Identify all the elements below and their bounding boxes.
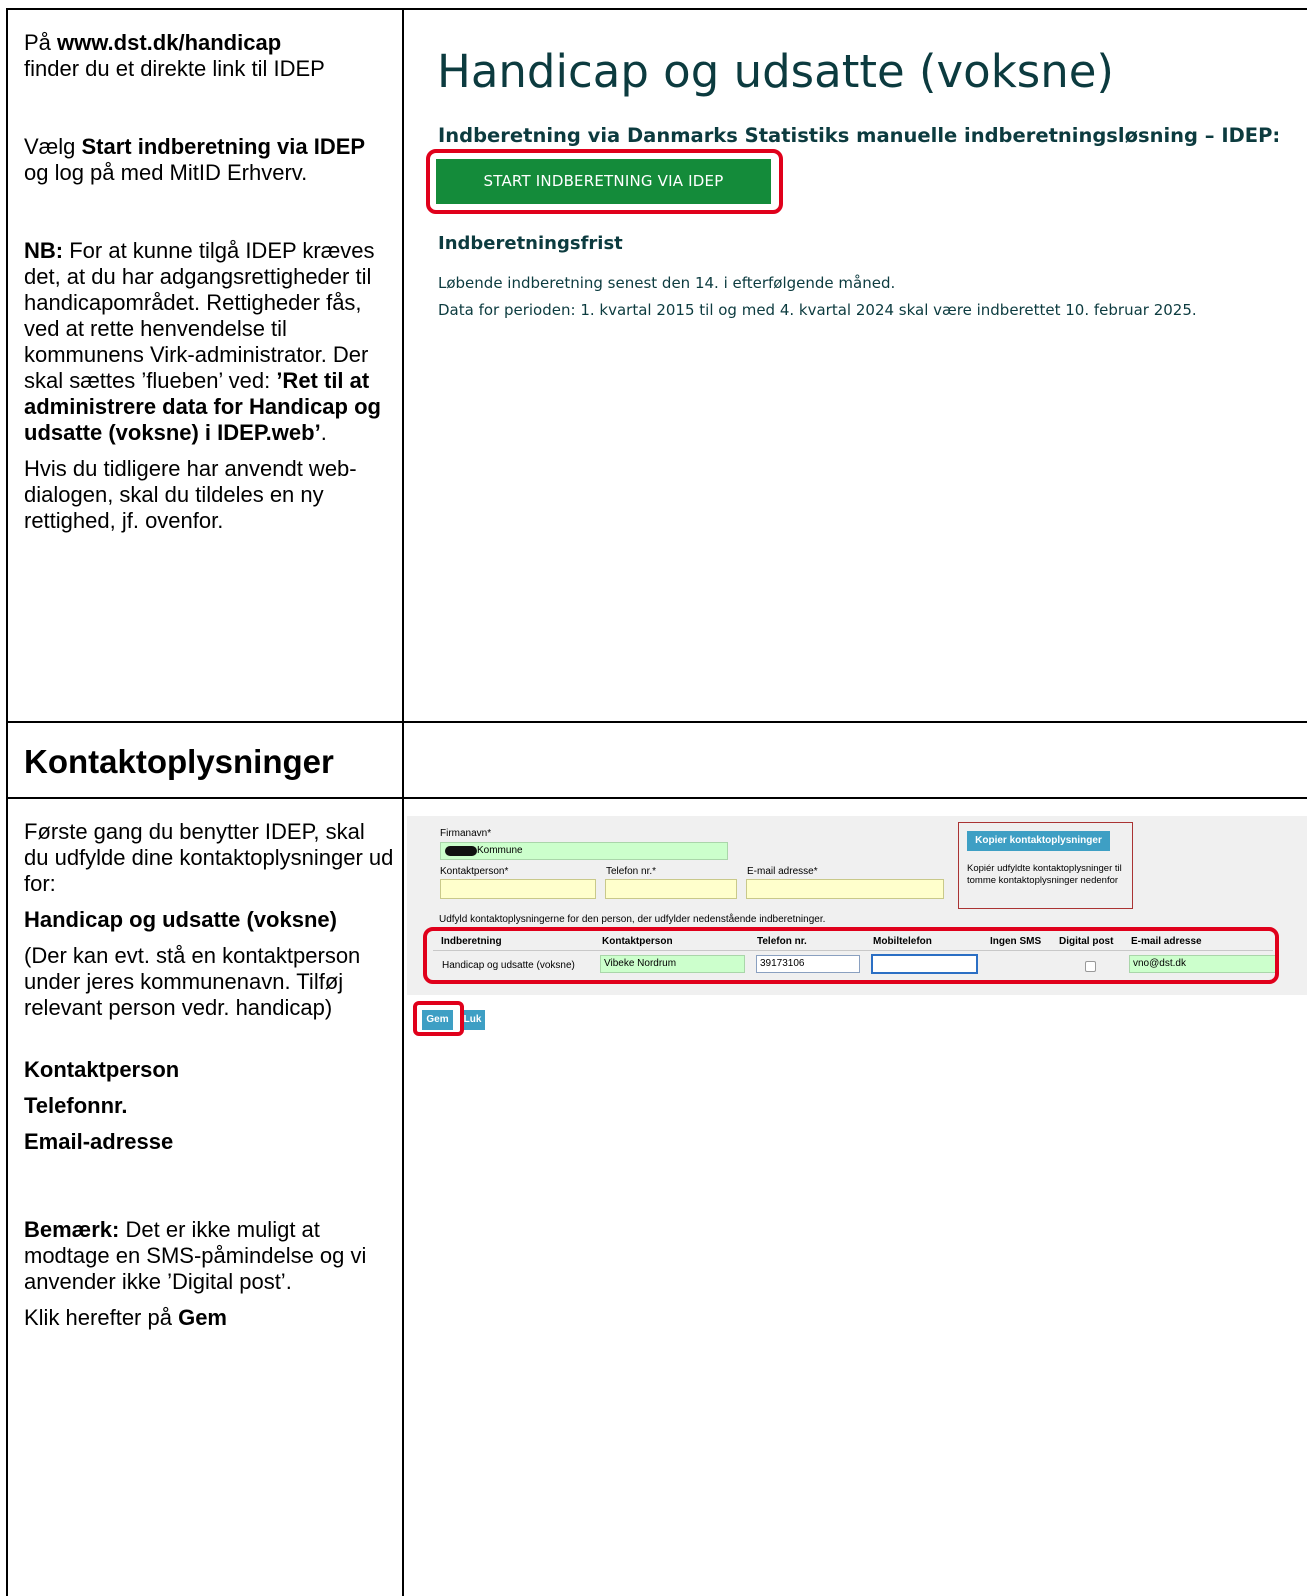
deadline-heading: Indberetningsfrist <box>438 233 623 254</box>
instruction-nb-para: NB: For at kunne tilgå IDEP kræves det, … <box>24 238 381 445</box>
first-time-para: Første gang du benytter IDEP, skal du ud… <box>24 819 394 896</box>
email-label: E-mail adresse* <box>747 866 818 877</box>
idep-heading: Indberetning via Danmarks Statistiks man… <box>438 124 1281 147</box>
firmanavn-label: Firmanavn* <box>440 828 492 839</box>
click-gem-para: Klik herefter på Gem <box>24 1305 227 1330</box>
table-row-divider-1 <box>6 721 1307 723</box>
form-instruction: Udfyld kontaktoplysningerne for den pers… <box>439 914 826 925</box>
copy-contact-description: Kopiér udfyldte kontaktoplysninger til t… <box>967 863 1122 886</box>
table-column-divider <box>402 8 404 1596</box>
dst-handicap-url: www.dst.dk/handicap <box>57 30 282 55</box>
telefon-label: Telefon nr.* <box>606 866 657 877</box>
table-border-left <box>6 8 8 1596</box>
handicap-label: Handicap og udsatte (voksne) <box>24 907 337 932</box>
instruction-start-para: Vælg Start indberetning via IDEP og log … <box>24 134 366 185</box>
telefon-input[interactable] <box>605 879 737 899</box>
highlight-gem-button <box>413 1001 464 1036</box>
instruction-link-para: På www.dst.dk/handicap finder du et dire… <box>24 30 325 81</box>
email-input[interactable] <box>746 879 944 899</box>
deadline-line-1: Løbende indberetning senest den 14. i ef… <box>438 274 896 292</box>
left-instructions-top: På www.dst.dk/handicap finder du et dire… <box>24 30 394 534</box>
field-kontaktperson: Kontaktperson <box>24 1057 180 1082</box>
firmanavn-field[interactable]: Kommune <box>440 842 728 860</box>
kontaktperson-label: Kontaktperson* <box>440 866 509 877</box>
table-row-divider-2 <box>6 797 1307 799</box>
deadline-line-2: Data for perioden: 1. kvartal 2015 til o… <box>438 301 1197 319</box>
redacted-municipality-name <box>445 846 477 856</box>
table-border-top <box>6 8 1307 10</box>
section-heading: Kontaktoplysninger <box>24 743 334 780</box>
field-email: Email-adresse <box>24 1129 174 1154</box>
instruction-web-dialog-para: Hvis du tidligere har anvendt web-dialog… <box>24 456 357 533</box>
copy-contact-button[interactable]: Kopier kontaktoplysninger <box>967 831 1110 851</box>
kontaktperson-input[interactable] <box>440 879 596 899</box>
note-para: Bemærk: Det er ikke muligt at modtage en… <box>24 1217 367 1294</box>
highlight-start-button <box>426 149 783 214</box>
contact-note-para: (Der kan evt. stå en kontaktperson under… <box>24 943 361 1020</box>
web-page-title: Handicap og udsatte (voksne) <box>437 45 1114 98</box>
left-instructions-bottom: Første gang du benytter IDEP, skal du ud… <box>24 819 394 1331</box>
field-telefonnr: Telefonnr. <box>24 1093 128 1118</box>
highlight-contact-row <box>423 927 1279 984</box>
copy-contact-panel: Kopier kontaktoplysninger Kopiér udfyldt… <box>958 822 1133 909</box>
